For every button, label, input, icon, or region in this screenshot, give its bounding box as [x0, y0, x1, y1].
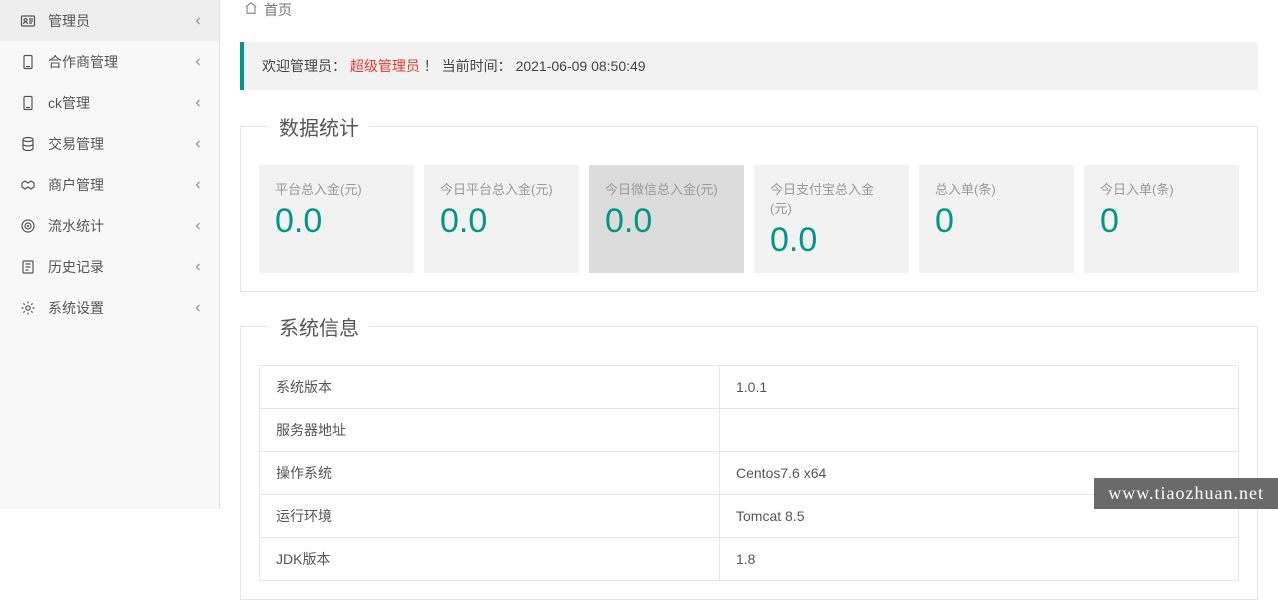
- sysinfo-value: 1.0.1: [720, 366, 1239, 409]
- stat-value: 0.0: [440, 204, 563, 238]
- stat-label: 今日支付宝总入金(元): [770, 179, 893, 217]
- stat-value: 0: [1100, 204, 1223, 238]
- stat-value: 0.0: [275, 204, 398, 238]
- gear-icon: [20, 300, 36, 316]
- sidebar-item-label: 历史记录: [48, 257, 193, 277]
- chevron-left-icon: [193, 139, 203, 149]
- sysinfo-key: 系统版本: [260, 366, 720, 409]
- stat-label: 今日入单(条): [1100, 179, 1223, 198]
- sysinfo-key: JDK版本: [260, 538, 720, 581]
- breadcrumb-home-label[interactable]: 首页: [264, 0, 292, 20]
- sidebar-item-7[interactable]: 系统设置: [0, 287, 219, 328]
- stats-panel: 数据统计 平台总入金(元) 0.0 今日平台总入金(元) 0.0 今日微信总入金(元) 0…: [240, 112, 1258, 292]
- stat-value: 0: [935, 204, 1058, 238]
- note-icon: [20, 259, 36, 275]
- device-icon: [20, 95, 36, 111]
- stat-label: 总入单(条): [935, 179, 1058, 198]
- welcome-bar: 欢迎管理员： 超级管理员 ！ 当前时间： 2021-06-09 08:50:49: [240, 42, 1258, 90]
- sidebar-item-label: 流水统计: [48, 216, 193, 236]
- stat-card-5[interactable]: 今日入单(条) 0: [1084, 165, 1239, 273]
- watermark: www.tiaozhuan.net: [1094, 478, 1278, 509]
- sidebar-item-label: 系统设置: [48, 298, 193, 318]
- sysinfo-key: 服务器地址: [260, 409, 720, 452]
- sysinfo-table: 系统版本1.0.1服务器地址操作系统Centos7.6 x64运行环境Tomca…: [259, 365, 1239, 581]
- sidebar-item-0[interactable]: 管理员: [0, 0, 219, 41]
- stat-value: 0.0: [770, 223, 893, 257]
- sidebar-item-2[interactable]: ck管理: [0, 82, 219, 123]
- breadcrumb: 首页: [220, 0, 1278, 22]
- chevron-left-icon: [193, 180, 203, 190]
- stat-card-1[interactable]: 今日平台总入金(元) 0.0: [424, 165, 579, 273]
- handshake-icon: [20, 177, 36, 193]
- sysinfo-title: 系统信息: [269, 312, 369, 341]
- table-row: 系统版本1.0.1: [260, 366, 1239, 409]
- content: 欢迎管理员： 超级管理员 ！ 当前时间： 2021-06-09 08:50:49…: [220, 22, 1278, 600]
- sysinfo-value: [720, 409, 1239, 452]
- sidebar-item-4[interactable]: 商户管理: [0, 164, 219, 205]
- stat-label: 今日微信总入金(元): [605, 179, 728, 198]
- stats-title: 数据统计: [269, 112, 369, 141]
- stat-label: 平台总入金(元): [275, 179, 398, 198]
- table-row: 运行环境Tomcat 8.5: [260, 495, 1239, 538]
- sysinfo-value: 1.8: [720, 538, 1239, 581]
- stat-card-2[interactable]: 今日微信总入金(元) 0.0: [589, 165, 744, 273]
- chevron-left-icon: [193, 221, 203, 231]
- welcome-prefix: 欢迎管理员：: [262, 58, 346, 74]
- chevron-left-icon: [193, 98, 203, 108]
- chevron-left-icon: [193, 262, 203, 272]
- table-row: 操作系统Centos7.6 x64: [260, 452, 1239, 495]
- sidebar-item-label: ck管理: [48, 93, 193, 113]
- sidebar-item-label: 管理员: [48, 11, 193, 31]
- chevron-left-icon: [193, 303, 203, 313]
- stat-card-4[interactable]: 总入单(条) 0: [919, 165, 1074, 273]
- sidebar-item-6[interactable]: 历史记录: [0, 246, 219, 287]
- sidebar-item-label: 商户管理: [48, 175, 193, 195]
- database-icon: [20, 136, 36, 152]
- sidebar-item-1[interactable]: 合作商管理: [0, 41, 219, 82]
- sidebar-item-label: 合作商管理: [48, 52, 193, 72]
- welcome-admin-name: 超级管理员: [350, 58, 420, 74]
- chevron-left-icon: [193, 57, 203, 67]
- welcome-time: 2021-06-09 08:50:49: [516, 58, 646, 74]
- sysinfo-panel: 系统信息 系统版本1.0.1服务器地址操作系统Centos7.6 x64运行环境…: [240, 312, 1258, 600]
- target-icon: [20, 218, 36, 234]
- table-row: JDK版本1.8: [260, 538, 1239, 581]
- table-row: 服务器地址: [260, 409, 1239, 452]
- home-icon: [244, 1, 258, 15]
- sidebar-item-3[interactable]: 交易管理: [0, 123, 219, 164]
- stat-value: 0.0: [605, 204, 728, 238]
- device-icon: [20, 54, 36, 70]
- sysinfo-key: 运行环境: [260, 495, 720, 538]
- sidebar-item-5[interactable]: 流水统计: [0, 205, 219, 246]
- stats-row: 平台总入金(元)0.0今日平台总入金(元)0.0今日微信总入金(元)0.0今日支…: [259, 165, 1239, 273]
- chevron-left-icon: [193, 16, 203, 26]
- sidebar: 管理员合作商管理 ck管理交易管理商户管理流水统计历史记录系统设置: [0, 0, 220, 509]
- id-card-icon: [20, 13, 36, 29]
- stat-card-3[interactable]: 今日支付宝总入金(元) 0.0: [754, 165, 909, 273]
- main-area: 首页 欢迎管理员： 超级管理员 ！ 当前时间： 2021-06-09 08:50…: [220, 0, 1278, 509]
- sidebar-item-label: 交易管理: [48, 134, 193, 154]
- sysinfo-key: 操作系统: [260, 452, 720, 495]
- stat-card-0[interactable]: 平台总入金(元) 0.0: [259, 165, 414, 273]
- welcome-suffix: ！ 当前时间：: [424, 58, 512, 74]
- stat-label: 今日平台总入金(元): [440, 179, 563, 198]
